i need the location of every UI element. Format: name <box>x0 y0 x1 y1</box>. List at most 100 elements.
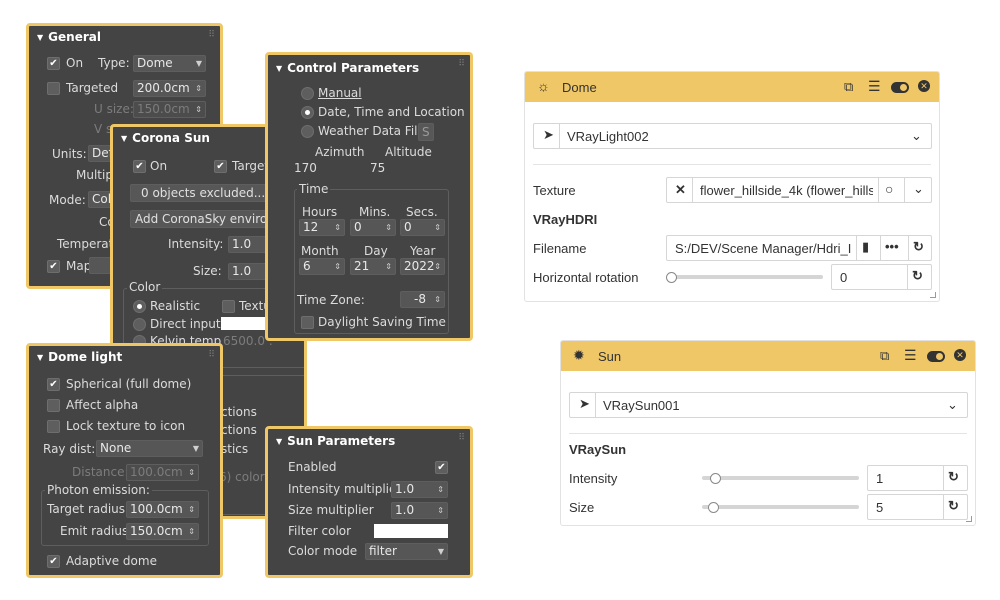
year-label: Year <box>410 244 436 258</box>
day-spinner[interactable]: 21 ⇕ <box>350 258 396 275</box>
general-title[interactable]: ▼ General <box>37 30 101 44</box>
more-icon[interactable]: ••• <box>885 239 899 254</box>
texture-label: Texture <box>533 183 576 198</box>
clear-texture-icon[interactable]: ✕ <box>675 182 686 198</box>
corona-targeted-checkbox[interactable]: ✔ <box>214 160 227 173</box>
adaptive-dome-checkbox[interactable]: ✔ <box>47 555 60 568</box>
manual-radio[interactable] <box>301 87 314 100</box>
close-icon[interactable]: ✕ <box>954 349 966 361</box>
photon-group-label: Photon emission: <box>45 483 152 497</box>
drag-grip-icon[interactable]: ⠿ <box>208 350 215 360</box>
copy-icon[interactable]: ⧉ <box>880 348 889 364</box>
distance-spinner[interactable]: 100.0cm ⇕ <box>126 464 199 481</box>
filename-label: Filename <box>533 241 587 256</box>
rotation-slider-thumb[interactable] <box>666 272 677 283</box>
dome-light-icon: ☼ <box>537 78 550 94</box>
dst-checkbox[interactable] <box>301 316 314 329</box>
hours-spinner[interactable]: 12 ⇕ <box>299 219 345 236</box>
raydist-dropdown[interactable]: None ▼ <box>96 440 203 457</box>
close-icon[interactable]: ✕ <box>918 80 930 92</box>
pick-icon[interactable]: ○ <box>885 181 893 197</box>
affect-alpha-label: Affect alpha <box>66 398 139 412</box>
object-name: VRayLight002 <box>567 129 649 144</box>
size-multiplier-spinner[interactable]: 1.0 ⇕ <box>391 502 448 519</box>
realistic-label: Realistic <box>150 299 201 313</box>
intensity-field[interactable]: 1 ↻ <box>867 465 968 491</box>
map-checkbox[interactable]: ✔ <box>47 260 60 273</box>
texture-checkbox[interactable] <box>222 300 235 313</box>
file-icon[interactable]: ▮ <box>862 239 869 255</box>
rotation-slider[interactable] <box>670 275 823 279</box>
sun-card-title: Sun <box>598 349 622 364</box>
map-label: Map <box>66 259 92 273</box>
on-checkbox[interactable]: ✔ <box>47 57 60 70</box>
rotation-field[interactable]: 0 ↻ <box>831 264 932 290</box>
dome-light-title[interactable]: ▼ Dome light <box>37 350 122 364</box>
size-slider-thumb[interactable] <box>708 502 720 513</box>
intensity-multiplier-spinner[interactable]: 1.0 ⇕ <box>391 481 448 498</box>
sun-icon: ✹ <box>573 347 585 363</box>
altitude-label: Altitude <box>385 145 432 159</box>
chevron-down-icon[interactable]: ⌄ <box>913 181 924 197</box>
copy-icon[interactable]: ⧉ <box>844 79 853 95</box>
corona-sun-title[interactable]: ▼ Corona Sun <box>121 131 210 145</box>
chevron-down-icon[interactable]: ⌄ <box>947 397 958 413</box>
spherical-checkbox[interactable]: ✔ <box>47 378 60 391</box>
reset-icon[interactable]: ↻ <box>948 469 959 485</box>
control-parameters-title[interactable]: ▼ Control Parameters <box>276 61 419 75</box>
size-field[interactable]: 5 ↻ <box>867 494 968 520</box>
pointer-icon: ➤ <box>543 127 554 142</box>
chevron-down-icon[interactable]: ⌄ <box>911 128 922 144</box>
filter-color-label: Filter color <box>288 524 352 538</box>
color-mode-dropdown[interactable]: filter ▼ <box>365 543 448 560</box>
secs-spinner[interactable]: 0 ⇕ <box>400 219 445 236</box>
targeted-distance[interactable]: 200.0cm ⇕ <box>133 80 206 97</box>
timezone-spinner[interactable]: -8 ⇕ <box>400 291 445 308</box>
weather-file-button[interactable]: S <box>418 123 434 141</box>
settings-icon[interactable]: ☰ <box>904 347 917 364</box>
emit-radius-spinner[interactable]: 150.0cm ⇕ <box>126 523 199 540</box>
object-selector[interactable]: ➤ VRaySun001 ⌄ <box>569 392 968 418</box>
excluded-objects-button[interactable]: 0 objects excluded... <box>130 184 270 202</box>
reset-icon[interactable]: ↻ <box>912 268 923 284</box>
drag-grip-icon[interactable]: ⠿ <box>208 30 215 40</box>
affect-alpha-checkbox[interactable] <box>47 399 60 412</box>
intensity-slider[interactable] <box>702 476 859 480</box>
filter-color-swatch[interactable] <box>374 524 448 538</box>
realistic-radio[interactable] <box>133 300 146 313</box>
drag-grip-icon[interactable]: ⠿ <box>458 59 465 69</box>
texture-field[interactable]: ✕ flower_hillside_4k (flower_hills ○ ⌄ <box>666 177 932 203</box>
enabled-checkbox[interactable]: ✔ <box>435 461 448 474</box>
direct-input-radio[interactable] <box>133 318 146 331</box>
year-spinner[interactable]: 2022 ⇕ <box>400 258 445 275</box>
reset-icon[interactable]: ↻ <box>948 498 959 514</box>
resize-handle[interactable] <box>966 516 972 522</box>
reset-icon[interactable]: ↻ <box>913 239 924 255</box>
object-selector[interactable]: ➤ VRayLight002 ⌄ <box>533 123 932 149</box>
date-time-radio[interactable] <box>301 106 314 119</box>
filename-field[interactable]: S:/DEV/Scene Manager/Hdri_I ▮ ••• ↻ <box>666 235 932 261</box>
object-name: VRaySun001 <box>603 398 680 413</box>
target-radius-spinner[interactable]: 100.0cm ⇕ <box>126 501 199 518</box>
sun-parameters-title[interactable]: ▼ Sun Parameters <box>276 434 395 448</box>
settings-icon[interactable]: ☰ <box>868 78 881 95</box>
corona-on-checkbox[interactable]: ✔ <box>133 160 146 173</box>
vrayhdri-heading: VRayHDRI <box>533 212 598 227</box>
drag-grip-icon[interactable]: ⠿ <box>458 433 465 443</box>
usize-spinner[interactable]: 150.0cm ⇕ <box>133 101 206 118</box>
targeted-checkbox[interactable] <box>47 82 60 95</box>
on-label: On <box>66 56 84 70</box>
color-group-label: Color <box>127 280 163 294</box>
resize-handle[interactable] <box>930 292 936 298</box>
weather-label: Weather Data File <box>318 124 425 138</box>
intensity-slider-thumb[interactable] <box>709 473 721 484</box>
mins-spinner[interactable]: 0 ⇕ <box>350 219 396 236</box>
month-spinner[interactable]: 6 ⇕ <box>299 258 345 275</box>
lock-texture-checkbox[interactable] <box>47 420 60 433</box>
weather-radio[interactable] <box>301 125 314 138</box>
size-slider[interactable] <box>702 505 859 509</box>
toggle-icon[interactable] <box>891 82 909 93</box>
toggle-icon[interactable] <box>927 351 945 362</box>
type-dropdown[interactable]: Dome ▼ <box>133 55 206 72</box>
emit-radius-label: Emit radius: <box>60 524 133 538</box>
